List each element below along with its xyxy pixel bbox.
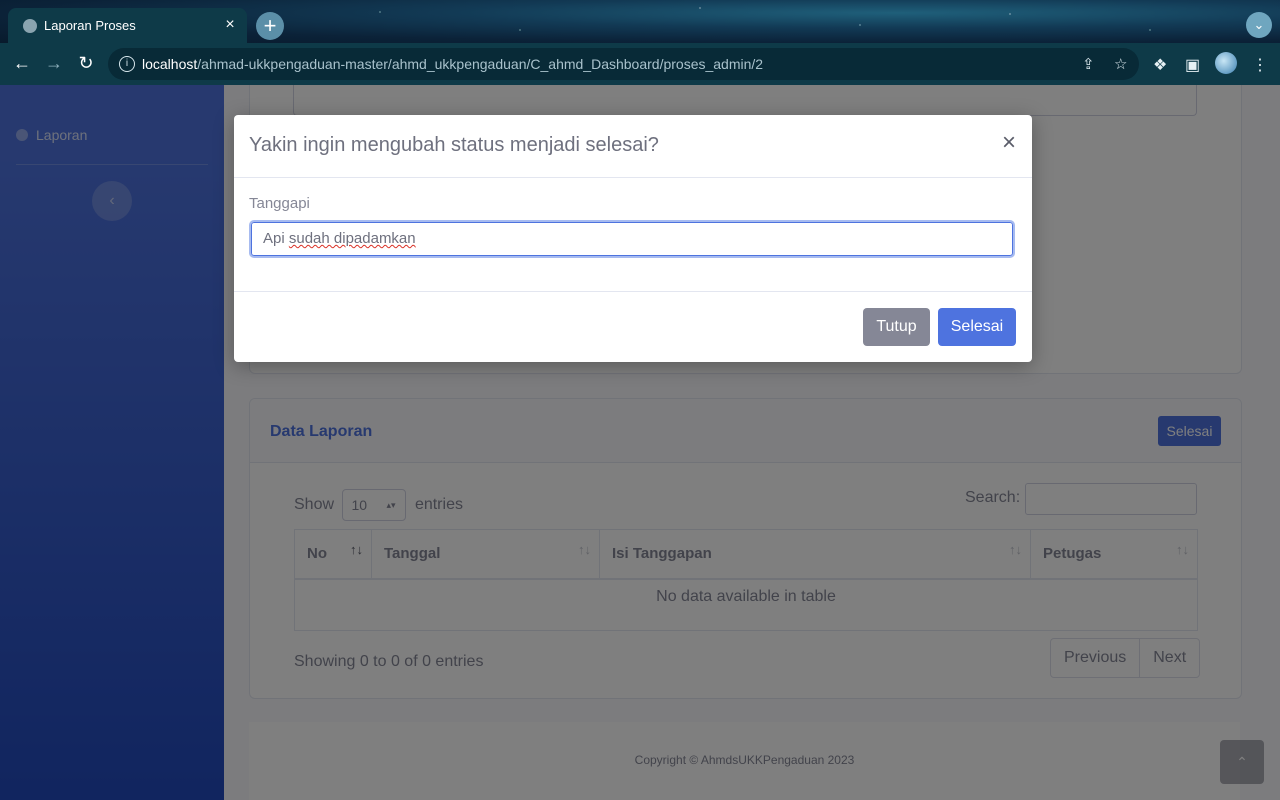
tab-title: Laporan Proses xyxy=(44,18,136,33)
url-path: /ahmad-ukkpengaduan-master/ahmd_ukkpenga… xyxy=(197,56,764,72)
tab-close-icon[interactable]: × xyxy=(221,16,239,34)
confirm-modal: Yakin ingin mengubah status menjadi sele… xyxy=(234,115,1032,362)
tanggapi-input[interactable]: Api sudah dipadamkan xyxy=(249,220,1015,258)
share-icon[interactable]: ⇪ xyxy=(1082,55,1095,73)
bookmark-star-icon[interactable]: ☆ xyxy=(1114,55,1127,73)
site-info-icon[interactable]: i xyxy=(119,56,135,72)
tab-search-chevron-icon[interactable]: ⌄ xyxy=(1246,12,1272,38)
input-text-misspelled: sudah dipadamkan xyxy=(288,230,416,247)
modal-footer: Tutup Selesai xyxy=(234,291,1032,363)
url-text: localhost/ahmad-ukkpengaduan-master/ahmd… xyxy=(142,56,763,72)
browser-tab[interactable]: Laporan Proses × xyxy=(8,8,247,43)
input-text-plain: Api xyxy=(263,230,289,247)
extensions-puzzle-icon[interactable]: ❖ xyxy=(1153,55,1167,75)
kebab-menu-icon[interactable]: ⋮ xyxy=(1252,55,1268,75)
close-icon[interactable]: × xyxy=(1002,131,1016,155)
back-arrow-icon[interactable]: ← xyxy=(11,53,33,74)
side-panel-icon[interactable]: ▣ xyxy=(1185,55,1200,75)
modal-header: Yakin ingin mengubah status menjadi sele… xyxy=(234,115,1032,178)
new-tab-button[interactable]: + xyxy=(256,12,284,40)
forward-arrow-icon[interactable]: → xyxy=(43,53,65,74)
address-bar[interactable]: i localhost/ahmad-ukkpengaduan-master/ah… xyxy=(108,48,1139,80)
selesai-confirm-button[interactable]: Selesai xyxy=(938,308,1016,346)
tutup-button[interactable]: Tutup xyxy=(863,308,930,346)
tanggapi-label: Tanggapi xyxy=(249,195,310,212)
browser-toolbar: ← → ↻ i localhost/ahmad-ukkpengaduan-mas… xyxy=(0,43,1280,85)
profile-avatar[interactable] xyxy=(1215,52,1237,74)
reload-icon[interactable]: ↻ xyxy=(75,53,97,74)
url-host: localhost xyxy=(142,56,198,72)
globe-icon xyxy=(23,19,37,33)
modal-title: Yakin ingin mengubah status menjadi sele… xyxy=(249,134,659,156)
